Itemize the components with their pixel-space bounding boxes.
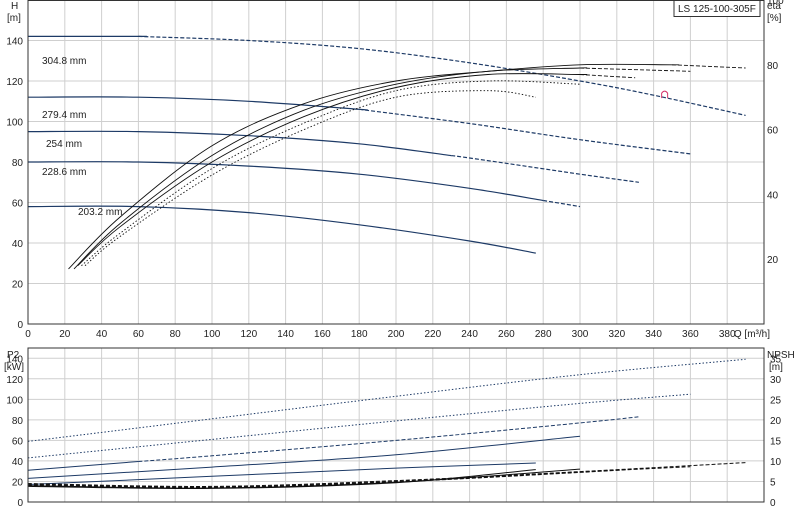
npsh-tick-label: 20	[770, 416, 782, 427]
x-tick-label: 220	[424, 329, 441, 340]
y-right-axis-label: eta	[767, 1, 781, 12]
efficiency-curve-0	[68, 63, 680, 270]
x-tick-label: 280	[535, 329, 552, 340]
efficiency-curve-0-extended	[671, 64, 746, 69]
efficiency-curve-1-extended	[579, 67, 691, 72]
y-left-tick-label: 120	[6, 77, 23, 88]
pump-curve-chart: 0 20 40 60 80 100 120 140 160 180 200 220 240 260 280 3…	[0, 0, 800, 520]
x-tick-label: 160	[314, 329, 331, 340]
p2-axis-unit: [kW]	[4, 362, 24, 373]
y-left-tick-label: 40	[12, 239, 24, 250]
x-tick-label: 200	[388, 329, 405, 340]
npsh-tick-label: 30	[770, 375, 782, 386]
npsh-tick-label: 0	[770, 498, 776, 509]
label-layer: 0 20 40 60 80 100 120 140 160 180 200 220 240 260 280 3…	[4, 0, 795, 509]
x-tick-label: 300	[572, 329, 589, 340]
x-tick-label: 340	[645, 329, 662, 340]
y-right-tick-label: 20	[767, 255, 779, 266]
npsh-tick-label: 15	[770, 436, 782, 447]
x-axis-label: Q [m³/h]	[734, 329, 770, 340]
npsh-tick-label: 25	[770, 395, 782, 406]
x-tick-label: 0	[25, 329, 31, 340]
x-tick-label: 60	[133, 329, 145, 340]
x-tick-label: 260	[498, 329, 515, 340]
y-left-tick-label: 0	[17, 320, 23, 331]
x-tick-label: 100	[204, 329, 221, 340]
p2-tick-label: 120	[6, 375, 23, 386]
x-tick-label: 180	[351, 329, 368, 340]
p2-tick-label: 20	[12, 477, 24, 488]
curve-layer	[27, 35, 746, 490]
y-left-tick-label: 80	[12, 158, 24, 169]
efficiency-curve-2-extended	[579, 74, 636, 79]
grid-layer	[27, 0, 764, 503]
x-tick-label: 320	[608, 329, 625, 340]
p2-tick-label: 80	[12, 416, 24, 427]
head-curve-1	[27, 96, 368, 111]
p2-tick-label: 0	[17, 498, 23, 509]
x-tick-label: 360	[682, 329, 699, 340]
y-left-axis-unit: [m]	[7, 13, 21, 24]
y-left-tick-label: 100	[6, 118, 23, 129]
npsh-axis-label: NPSH	[767, 350, 795, 361]
model-title: LS 125-100-305F	[678, 4, 756, 15]
y-left-tick-label: 140	[6, 37, 23, 48]
y-left-tick-label: 60	[12, 199, 24, 210]
impeller-diameter-label: 254 mm	[46, 139, 82, 150]
y-right-axis-unit: [%]	[767, 13, 782, 24]
head-curve-2-extended	[451, 155, 639, 183]
efficiency-curve-4	[84, 90, 536, 267]
y-right-tick-label: 80	[767, 61, 779, 72]
p2-curve-0	[27, 358, 746, 442]
p2-curve-2	[27, 461, 139, 471]
impeller-diameter-label: 304.8 mm	[42, 56, 86, 67]
pump-curve-svg: 0 20 40 60 80 100 120 140 160 180 200 220 240 260 280 3…	[4, 0, 795, 509]
y-right-tick-label: 40	[767, 190, 779, 201]
impeller-diameter-label: 228.6 mm	[42, 167, 86, 178]
head-curve-2	[27, 130, 452, 157]
head-curve-1-extended	[359, 108, 691, 155]
impeller-diameter-label: 279.4 mm	[42, 110, 86, 121]
efficiency-curve-2	[77, 73, 588, 267]
p2-tick-label: 40	[12, 457, 24, 468]
head-curve-3-extended	[543, 199, 581, 208]
head-curve-0-extended	[138, 35, 746, 116]
x-tick-label: 120	[240, 329, 257, 340]
npsh-tick-label: 5	[770, 477, 776, 488]
y-left-axis-label: H	[11, 1, 18, 12]
p2-axis-label: P2	[7, 350, 20, 361]
p2-tick-label: 100	[6, 395, 23, 406]
x-tick-label: 20	[59, 329, 71, 340]
x-tick-label: 80	[170, 329, 182, 340]
npsh-tick-label: 10	[770, 457, 782, 468]
y-left-tick-label: 20	[12, 280, 24, 291]
efficiency-curve-3	[81, 80, 581, 267]
x-tick-label: 140	[277, 329, 294, 340]
x-tick-label: 40	[96, 329, 108, 340]
p2-tick-label: 60	[12, 436, 24, 447]
npsh-axis-unit: [m]	[769, 362, 783, 373]
y-right-tick-label: 60	[767, 126, 779, 137]
x-tick-label: 240	[461, 329, 478, 340]
impeller-diameter-label: 203.2 mm	[78, 207, 122, 218]
